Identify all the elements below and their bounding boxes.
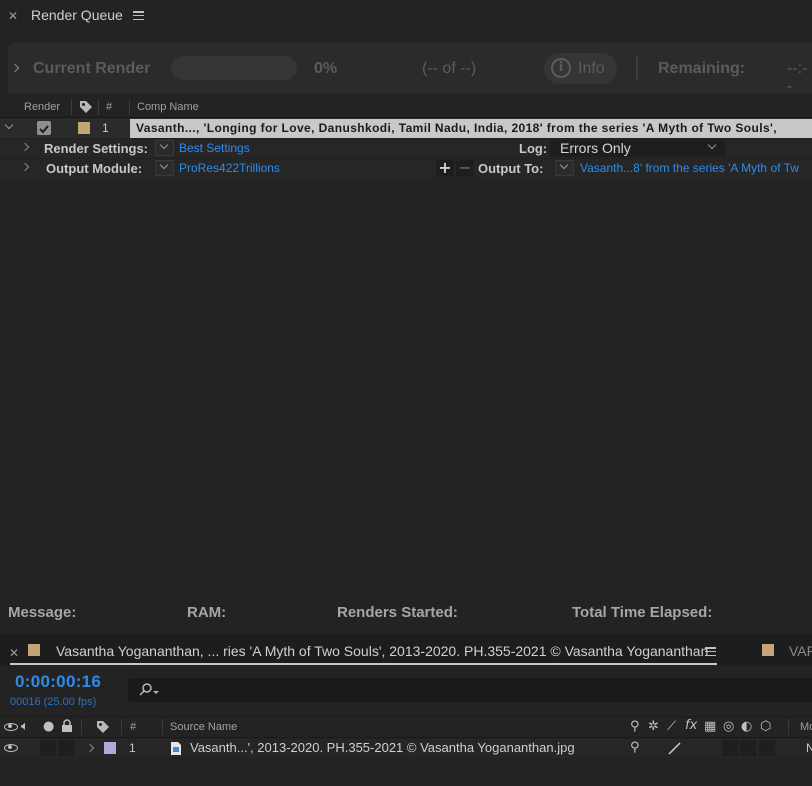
output-to-label: Output To: — [478, 161, 544, 176]
column-divider — [129, 99, 130, 115]
label-tag-icon[interactable] — [78, 99, 94, 115]
panel-menu-icon[interactable] — [705, 647, 716, 657]
lock-icon[interactable] — [61, 719, 73, 733]
layer-mode[interactable]: N — [806, 741, 812, 755]
current-render-label: Current Render — [33, 60, 151, 77]
second-timeline-tab[interactable]: VAP — [789, 643, 812, 659]
timeline-tab-title[interactable]: Vasantha Yogananthan, ... ries 'A Myth o… — [56, 643, 708, 659]
remove-output-module-button[interactable]: − — [456, 160, 474, 177]
label-tag-icon[interactable] — [95, 719, 111, 735]
renders-started-label: Renders Started: — [337, 604, 458, 621]
layer-search-input[interactable] — [128, 678, 812, 702]
frame-rate-info: 00016 (25.00 fps) — [10, 696, 97, 708]
panel-menu-icon[interactable] — [133, 11, 144, 21]
motion-blur-icon[interactable]: ◎ — [723, 720, 734, 733]
remaining-value: --:-- — [787, 60, 808, 95]
column-divider — [81, 719, 82, 735]
eye-icon[interactable] — [4, 744, 18, 752]
panel-title[interactable]: Render Queue — [31, 7, 123, 23]
message-label: Message: — [8, 604, 77, 621]
effects-icon[interactable]: fx — [685, 719, 697, 732]
layer-name[interactable]: Vasanth...', 2013-2020. PH.355-2021 © Va… — [190, 740, 575, 755]
collapse-transform-icon[interactable]: ✲ — [648, 720, 659, 733]
column-divider — [788, 719, 789, 735]
current-timecode[interactable]: 0:00:00:16 — [15, 672, 101, 692]
adjustment-layer-icon[interactable]: ◐ — [741, 720, 752, 733]
layer-column-source-name[interactable]: Source Name — [170, 721, 237, 733]
frame-blending-icon[interactable]: ▦ — [704, 720, 716, 733]
label-color-swatch[interactable] — [78, 122, 90, 134]
divider — [636, 56, 638, 80]
output-module-link[interactable]: ProRes422Trillions — [179, 161, 280, 175]
layer-label-swatch[interactable] — [104, 742, 116, 754]
queue-item-index: 1 — [102, 121, 109, 135]
comp-label-swatch — [28, 644, 40, 656]
quality-icon[interactable]: ⟋ — [667, 720, 676, 733]
log-value: Errors Only — [560, 140, 631, 156]
render-progress-bar — [171, 56, 297, 80]
output-module-label: Output Module: — [46, 161, 143, 176]
audio-icon[interactable]: 🔈︎ — [21, 720, 29, 733]
queue-column-header — [0, 96, 812, 118]
check-icon — [39, 125, 49, 134]
column-divider — [98, 99, 99, 115]
output-to-link[interactable]: Vasanth...8' from the series 'A Myth of … — [580, 161, 799, 175]
column-render[interactable]: Render — [24, 101, 60, 113]
close-icon[interactable]: ✕ — [9, 646, 19, 660]
switch-cell[interactable] — [759, 740, 775, 756]
search-icon[interactable] — [138, 683, 160, 697]
column-divider — [121, 719, 122, 735]
add-output-module-button[interactable]: + — [436, 160, 454, 177]
render-settings-label: Render Settings: — [44, 141, 149, 156]
render-checkbox[interactable] — [37, 121, 51, 135]
close-icon[interactable]: ✕ — [8, 9, 18, 23]
comp-label-swatch — [762, 644, 774, 656]
layer-column-mode[interactable]: Mo — [800, 721, 812, 733]
lock-cell[interactable] — [58, 740, 74, 756]
image-file-icon — [171, 742, 181, 755]
column-number[interactable]: # — [106, 101, 112, 113]
layer-index: 1 — [129, 741, 136, 755]
shy-icon[interactable]: ⚲ — [630, 720, 640, 733]
total-time-elapsed-label: Total Time Elapsed: — [572, 604, 713, 621]
shy-switch-icon[interactable]: ⚲ — [630, 741, 640, 754]
3d-layer-icon[interactable]: ⬡ — [760, 720, 771, 733]
info-label: Info — [578, 60, 605, 77]
ram-label: RAM: — [187, 604, 227, 621]
switch-cell[interactable] — [740, 740, 756, 756]
render-settings-link[interactable]: Best Settings — [179, 141, 250, 155]
quality-switch-icon[interactable] — [667, 741, 681, 755]
column-divider — [162, 719, 163, 735]
switch-cell[interactable] — [722, 740, 738, 756]
solo-cell[interactable] — [40, 740, 56, 756]
video-toggle-icon[interactable] — [4, 723, 18, 731]
column-divider — [71, 99, 72, 115]
remaining-label: Remaining: — [658, 60, 746, 77]
info-icon: i — [551, 58, 571, 78]
layer-column-number[interactable]: # — [130, 721, 136, 733]
solo-icon[interactable]: ● — [43, 720, 54, 733]
comp-name[interactable]: Vasanth..., 'Longing for Love, Danushkod… — [136, 121, 777, 135]
column-comp-name[interactable]: Comp Name — [137, 101, 199, 113]
progress-percent: 0% — [314, 60, 338, 77]
frame-counter: (-- of --) — [422, 60, 477, 77]
log-label: Log: — [519, 141, 548, 156]
